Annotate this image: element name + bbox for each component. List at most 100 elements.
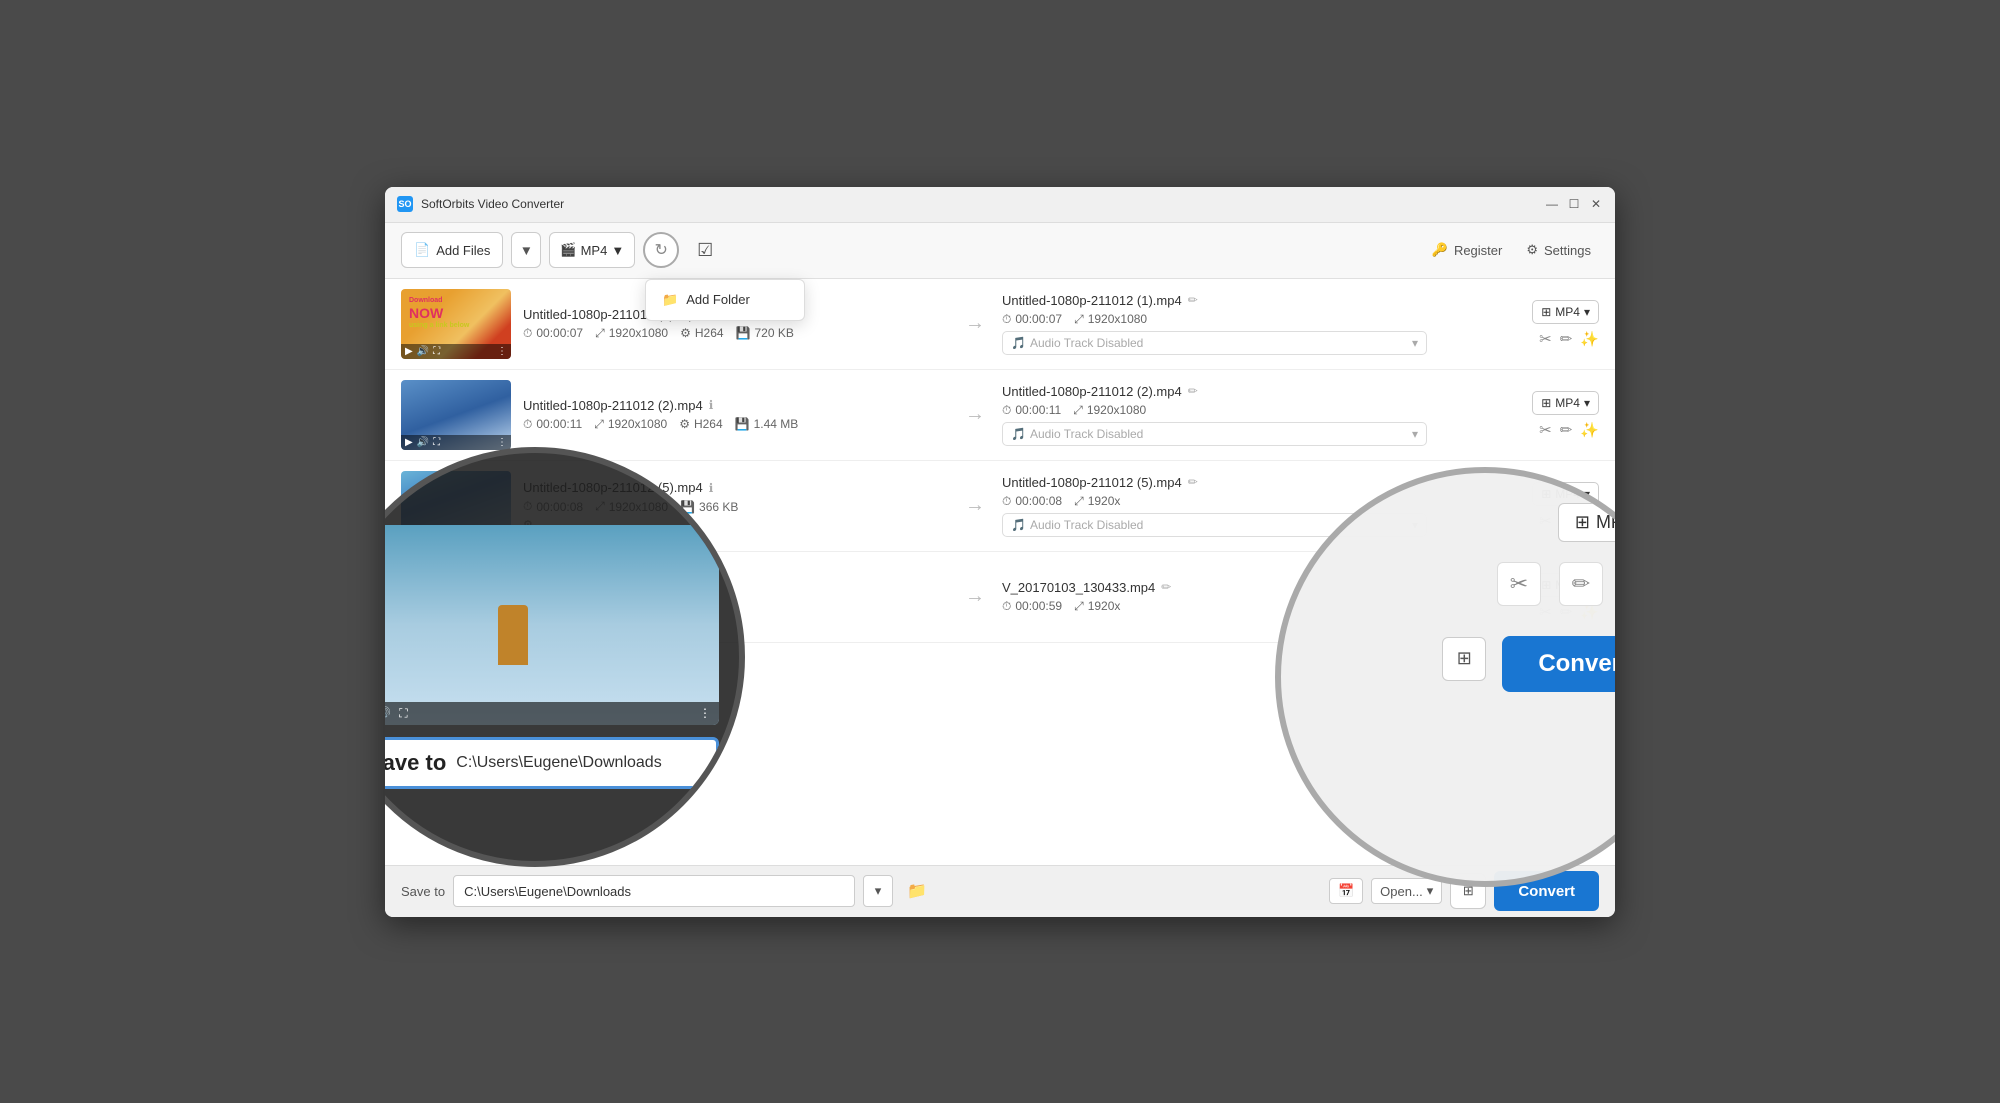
- more-icon[interactable]: ⋮: [497, 437, 507, 448]
- minimize-button[interactable]: —: [1545, 197, 1559, 211]
- edit-file-icon[interactable]: ✏: [1560, 330, 1573, 348]
- fullscreen-icon[interactable]: ⛶: [399, 706, 407, 721]
- clock-icon: ⏱: [1002, 494, 1011, 509]
- close-button[interactable]: ✕: [1589, 197, 1603, 211]
- fullscreen-icon[interactable]: ⛶: [433, 437, 440, 448]
- zoom-edit-icon[interactable]: ✏: [1559, 562, 1603, 606]
- zoom-convert-button[interactable]: Convert: [1502, 636, 1615, 692]
- zoom-grid-button[interactable]: ⊞: [1442, 637, 1486, 681]
- fullscreen-icon[interactable]: ⛶: [433, 346, 440, 357]
- volume-icon[interactable]: 🔊: [417, 346, 429, 357]
- zoom-video-preview: ▶ 🔊 ⛶ ⋮: [385, 525, 719, 725]
- output-info: Untitled-1080p-211012 (2).mp4 ✏ ⏱ 00:00:…: [1002, 380, 1427, 450]
- save-to-label: Save to: [401, 884, 445, 899]
- refresh-button[interactable]: ↻: [643, 232, 679, 268]
- add-files-button[interactable]: 📄 Add Files: [401, 232, 503, 268]
- more-icon[interactable]: ⋮: [699, 706, 711, 720]
- format-chevron-icon: ▾: [1584, 396, 1590, 410]
- browse-folder-button[interactable]: 📁: [901, 875, 933, 907]
- output-format-label: MP4: [1555, 396, 1580, 410]
- resolution-icon: ⤢: [1074, 599, 1084, 614]
- open-button[interactable]: Open... ▾: [1371, 878, 1442, 904]
- play-icon[interactable]: ▶: [405, 437, 413, 448]
- edit-icon[interactable]: ✏: [1188, 293, 1198, 307]
- thumb-controls: ▶ 🔊 ⛶ ⋮: [401, 435, 511, 450]
- cut-icon[interactable]: ✂: [1539, 330, 1552, 348]
- volume-icon[interactable]: 🔊: [385, 706, 391, 720]
- edit-icon[interactable]: ✏: [1188, 475, 1198, 489]
- settings-button[interactable]: ⚙ Settings: [1518, 238, 1599, 262]
- thumb-link: using a link below: [409, 322, 469, 330]
- output-format-badge[interactable]: ⊞ MP4 ▾: [1532, 391, 1599, 415]
- file-codec: ⚙ H264: [679, 417, 722, 432]
- more-icon[interactable]: ⋮: [497, 346, 507, 357]
- save-to-path-zoom: C:\Users\Eugene\Downloads: [456, 754, 661, 772]
- save-path-value: C:\Users\Eugene\Downloads: [464, 884, 631, 899]
- output-name: Untitled-1080p-211012 (2).mp4: [1002, 384, 1182, 399]
- video-background: [385, 525, 719, 725]
- file-size: 💾 1.44 MB: [735, 417, 799, 432]
- file-duration: ⏱ 00:00:07: [523, 326, 583, 341]
- volume-icon[interactable]: 🔊: [417, 437, 429, 448]
- zoom-bottom-row: ⊞ Convert: [1305, 626, 1615, 692]
- audio-track-dropdown[interactable]: 🎵 Audio Track Disabled ▾: [1002, 422, 1427, 446]
- audio-icon: 🎵: [1011, 336, 1026, 350]
- output-format-badge[interactable]: ⊞ MP4 ▾: [1532, 300, 1599, 324]
- magic-icon[interactable]: ✨: [1580, 421, 1599, 439]
- edit-icon[interactable]: ✏: [1161, 580, 1171, 594]
- format-grid-icon: ⊞: [1541, 396, 1551, 410]
- window-title: SoftOrbits Video Converter: [421, 197, 1545, 211]
- cut-icon[interactable]: ✂: [1539, 421, 1552, 439]
- resolution-icon: ⤢: [1073, 403, 1083, 418]
- output-name: Untitled-1080p-211012 (1).mp4: [1002, 293, 1182, 308]
- format-button[interactable]: 🎬 MP4 ▼: [549, 232, 635, 268]
- output-actions: ⊞ MP4 ▾ ✂ ✏ ✨: [1439, 289, 1599, 359]
- edit-icon[interactable]: ✏: [1188, 384, 1198, 398]
- app-logo: SO: [397, 196, 413, 212]
- video-figure: [498, 605, 528, 665]
- add-folder-item[interactable]: 📁 Add Folder: [646, 284, 804, 316]
- format-icon: 🎬: [560, 242, 576, 258]
- zoom-format-grid-icon: ⊞: [1575, 512, 1590, 533]
- refresh-icon: ↻: [654, 240, 667, 260]
- titlebar: SO SoftOrbits Video Converter — ☐ ✕: [385, 187, 1615, 223]
- settings-label: Settings: [1544, 243, 1591, 258]
- clock-icon: ⏱: [1002, 599, 1011, 614]
- register-button[interactable]: 🔑 Register: [1424, 238, 1511, 262]
- format-chevron-icon: ▾: [1584, 305, 1590, 319]
- info-icon[interactable]: ℹ: [709, 398, 714, 412]
- audio-track-label: Audio Track Disabled: [1030, 427, 1143, 441]
- folder-icon: 📁: [662, 292, 678, 308]
- output-name: V_20170103_130433.mp4: [1002, 580, 1155, 595]
- save-path-dropdown-button[interactable]: ▾: [863, 875, 893, 907]
- zoom-cut-icon[interactable]: ✂: [1497, 562, 1541, 606]
- audio-icon: 🎵: [1011, 518, 1026, 532]
- output-duration: ⏱ 00:00:59: [1002, 599, 1062, 614]
- format-label: MP4: [581, 243, 608, 258]
- output-name: Untitled-1080p-211012 (5).mp4: [1002, 475, 1182, 490]
- clock-icon: ⏱: [523, 326, 532, 341]
- thumb-controls: ▶ 🔊 ⛶ ⋮: [401, 344, 511, 359]
- register-label: Register: [1454, 243, 1502, 258]
- file-size: 💾 720 KB: [736, 326, 794, 341]
- audio-track-dropdown[interactable]: 🎵 Audio Track Disabled ▾: [1002, 331, 1427, 355]
- add-files-dropdown-button[interactable]: ▼: [511, 232, 541, 268]
- play-icon[interactable]: ▶: [405, 346, 413, 357]
- info-icon[interactable]: ℹ: [709, 481, 714, 495]
- maximize-button[interactable]: ☐: [1567, 197, 1581, 211]
- output-duration: ⏱ 00:00:07: [1002, 312, 1062, 327]
- calendar-icon: 📅: [1338, 883, 1354, 899]
- add-folder-dropdown: 📁 Add Folder: [645, 279, 805, 321]
- magic-icon[interactable]: ✨: [1580, 330, 1599, 348]
- output-info: Untitled-1080p-211012 (1).mp4 ✏ ⏱ 00:00:…: [1002, 289, 1427, 359]
- format-chevron-icon: ▼: [611, 243, 624, 258]
- titlebar-controls: — ☐ ✕: [1545, 197, 1603, 211]
- file-info: Untitled-1080p-211012 (2).mp4 ℹ ⏱ 00:00:…: [523, 380, 948, 450]
- calendar-icon-area[interactable]: 📅: [1329, 878, 1363, 904]
- table-row: Download NOW using a link below ▶ 🔊 ⛶ ⋮ …: [385, 279, 1615, 370]
- save-path-input[interactable]: C:\Users\Eugene\Downloads: [453, 875, 855, 907]
- zoom-format-badge[interactable]: ⊞ MP4 ▾: [1558, 503, 1615, 542]
- edit-file-icon[interactable]: ✏: [1560, 421, 1573, 439]
- check-button[interactable]: ☑: [687, 232, 723, 268]
- toolbar: 📄 Add Files ▼ 🎬 MP4 ▼ ↻ ☑ 🔑 Register ⚙ S…: [385, 223, 1615, 279]
